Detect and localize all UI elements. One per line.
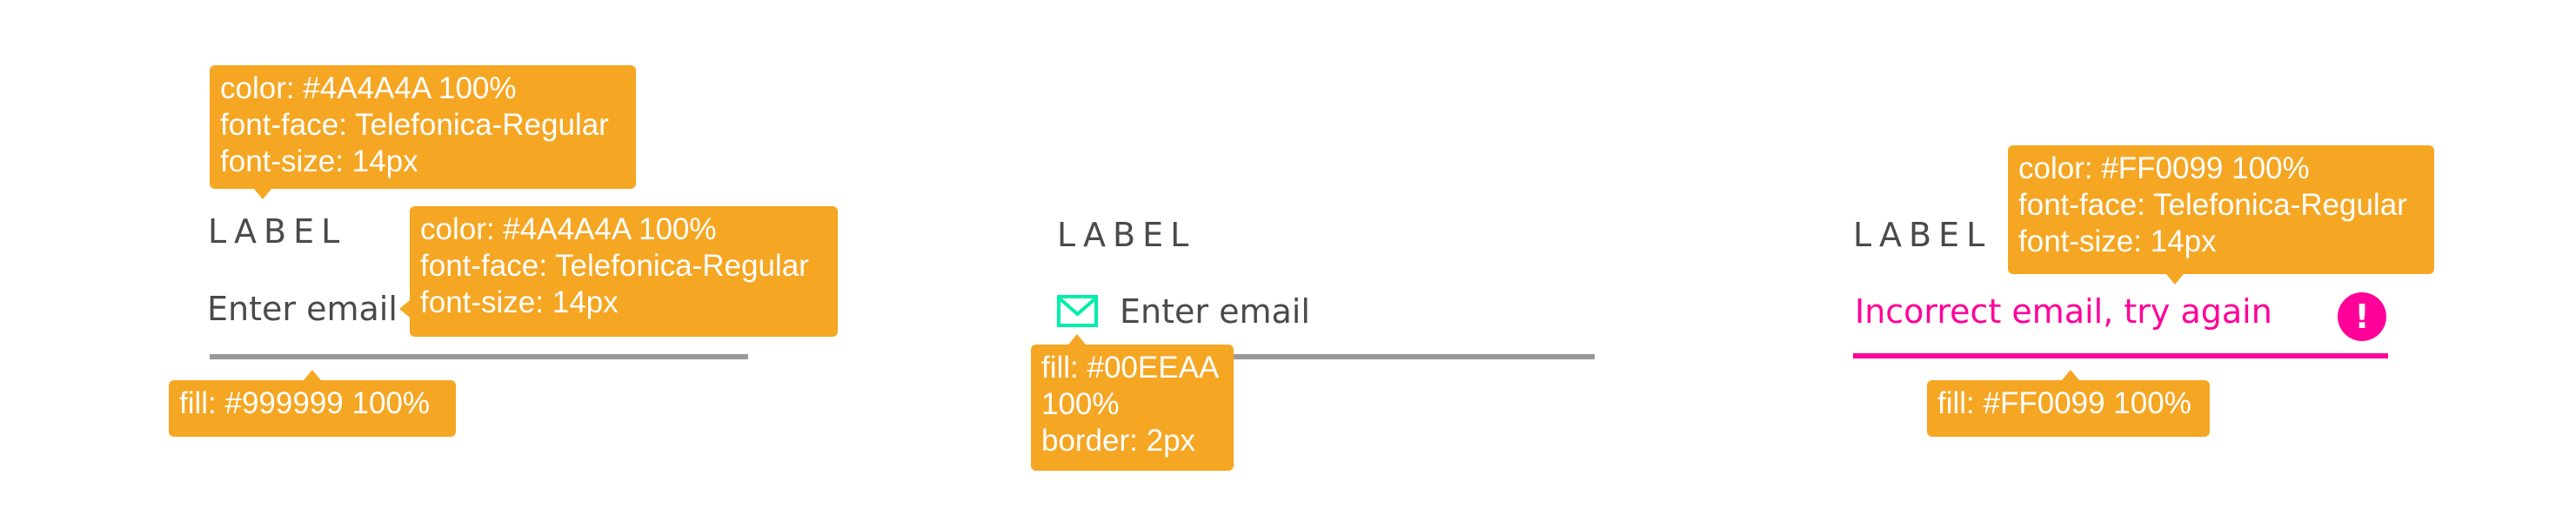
spec-line: color: #4A4A4A 100% [420,212,717,246]
exclamation-icon: ! [2338,292,2386,341]
tooltip-pointer [254,189,271,199]
input-underline [1179,354,1595,359]
tooltip-pointer [1068,334,1086,345]
spec-line: fill: #999999 100% [179,386,430,420]
spec-line: font-face: Telefonica-Regular [220,108,609,142]
field-label: LABEL [1057,216,1196,254]
spec-line: fill: #FF0099 100% [1937,386,2191,420]
field-label: LABEL [208,212,347,251]
tooltip-pointer [399,300,410,318]
tooltip-pointer [304,370,321,380]
spec-line: color: #FF0099 100% [2018,151,2310,185]
spec-line: font-face: Telefonica-Regular [2018,188,2407,222]
input-underline [210,354,748,359]
exclamation-glyph: ! [2354,298,2370,336]
spec-line: color: #4A4A4A 100% [220,71,517,105]
tooltip-pointer [2166,274,2184,285]
spec-tooltip-placeholder: color: #4A4A4A 100% font-face: Telefonic… [410,206,838,337]
email-input-placeholder[interactable]: Enter email [1120,295,1310,328]
spec-tooltip-label: color: #4A4A4A 100% font-face: Telefonic… [210,65,636,189]
spec-line: font-size: 14px [220,144,418,178]
envelope-icon [1057,295,1098,327]
field-label: LABEL [1853,216,1992,254]
spec-tooltip-message: color: #FF0099 100% font-face: Telefonic… [2008,145,2434,274]
spec-tooltip-icon: fill: #00EEAA 100% border: 2px [1031,345,1234,471]
error-message: Incorrect email, try again [1855,292,2272,331]
spec-line: font-size: 14px [420,285,619,319]
spec-line: border: 2px [1041,424,1196,458]
spec-tooltip-line-error: fill: #FF0099 100% [1927,380,2210,437]
spec-line: fill: #00EEAA [1041,351,1220,385]
input-underline-error [1853,353,2388,358]
spec-line: 100% [1041,387,1120,421]
tooltip-pointer [2062,370,2079,380]
email-input-placeholder[interactable]: Enter email [207,292,398,325]
spec-line: font-size: 14px [2018,224,2217,258]
spec-tooltip-line: fill: #999999 100% [169,380,456,437]
spec-line: font-face: Telefonica-Regular [420,249,809,283]
